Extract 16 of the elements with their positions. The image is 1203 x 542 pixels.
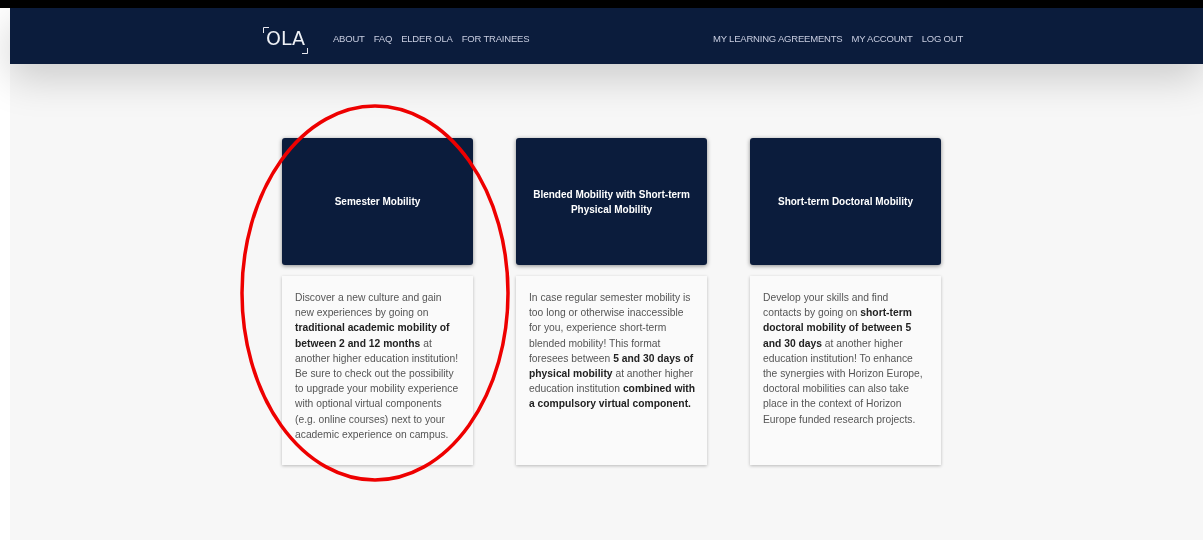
nav-link[interactable]: ABOUT: [333, 33, 365, 44]
nav-link[interactable]: MY LEARNING AGREEMENTS: [712, 33, 843, 44]
card-description: Discover a new culture and gain new experiences by going on traditional academic mobility of between 2 and 12 months at another higher education institution! Be sure to check out the possibility to upgrade your mobility experience with optional virtual components (e.g. online courses) next to your academic experience on campus.: [295, 291, 460, 442]
card-title: Semester Mobility: [334, 195, 421, 209]
mobility-card[interactable]: Short-term Doctoral Mobility: [750, 138, 941, 265]
mobility-card[interactable]: Blended Mobility with Short-term Physical Mobility: [516, 138, 707, 265]
mobility-card[interactable]: Semester Mobility: [282, 138, 473, 265]
card-description: In case regular semester mobility is too long or otherwise inaccessible for you, experience short-term blended mobility! This format foresees between 5 and 30 days of physical mobility at another higher education institution combined with a compulsory virtual component.: [529, 291, 695, 412]
card-description: Develop your skills and find contacts by going on short-term doctoral mobility of between 5 and 30 days at another higher education institution! To enhance the synergies with Horizon Europe, doctoral mobilities can also take place in the context of Horizon Europe funded research projects.: [763, 291, 924, 427]
card-title: Short-term Doctoral Mobility: [778, 195, 913, 209]
nav-link[interactable]: LOG OUT: [921, 33, 963, 44]
nav-link[interactable]: FOR TRAINEES: [461, 33, 530, 44]
nav-link[interactable]: FAQ: [373, 33, 393, 44]
nav-link[interactable]: MY ACCOUNT: [851, 33, 913, 44]
card-title: Blended Mobility with Short-term Physical Mobility: [532, 187, 691, 217]
nav-link[interactable]: ELDER OLA: [401, 33, 453, 44]
